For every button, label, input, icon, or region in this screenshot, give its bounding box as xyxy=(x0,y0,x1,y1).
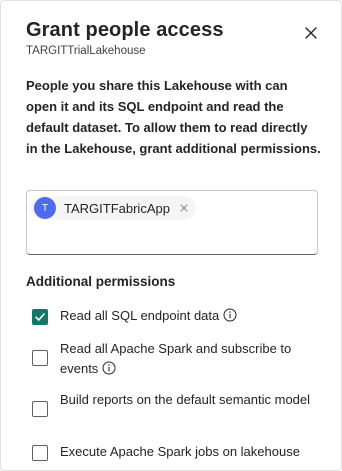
permission-read-spark[interactable]: Read all Apache Spark and subscribe to e… xyxy=(32,341,318,379)
close-icon xyxy=(180,204,188,212)
dialog-title: Grant people access xyxy=(26,19,224,41)
permission-label: Read all Apache Spark and subscribe to e… xyxy=(60,341,292,376)
permission-label: Build reports on the default semantic mo… xyxy=(60,392,311,407)
read-spark-checkbox[interactable] xyxy=(32,350,48,366)
avatar: T xyxy=(34,197,56,219)
execute-spark-checkbox[interactable] xyxy=(32,445,48,461)
permission-label: Read all SQL endpoint data xyxy=(60,306,318,326)
close-icon xyxy=(305,27,317,39)
people-search-input[interactable] xyxy=(33,225,311,249)
grant-access-dialog: Grant people access TARGITTrialLakehouse… xyxy=(0,0,342,471)
permission-label: Execute Apache Spark jobs on lakehouse xyxy=(60,444,300,459)
permission-build-reports[interactable]: Build reports on the default semantic mo… xyxy=(32,392,318,417)
permission-read-sql-endpoint[interactable]: Read all SQL endpoint data xyxy=(32,308,318,326)
build-reports-checkbox[interactable] xyxy=(32,401,48,417)
read-sql-endpoint-checkbox[interactable] xyxy=(32,309,48,325)
remove-person-button[interactable] xyxy=(178,202,190,214)
info-icon[interactable] xyxy=(223,308,237,322)
dialog-description: People you share this Lakehouse with can… xyxy=(26,78,321,156)
dialog-subtitle: TARGITTrialLakehouse xyxy=(26,45,146,57)
people-picker[interactable]: T TARGITFabricApp xyxy=(26,190,318,255)
person-chip-name: TARGITFabricApp xyxy=(64,200,170,216)
permission-execute-spark[interactable]: Execute Apache Spark jobs on lakehouse xyxy=(32,444,318,462)
info-icon[interactable] xyxy=(102,361,116,375)
close-button[interactable] xyxy=(301,23,321,43)
additional-permissions-header: Additional permissions xyxy=(26,274,176,289)
checkmark-icon xyxy=(35,313,45,321)
person-chip: T TARGITFabricApp xyxy=(31,196,196,220)
